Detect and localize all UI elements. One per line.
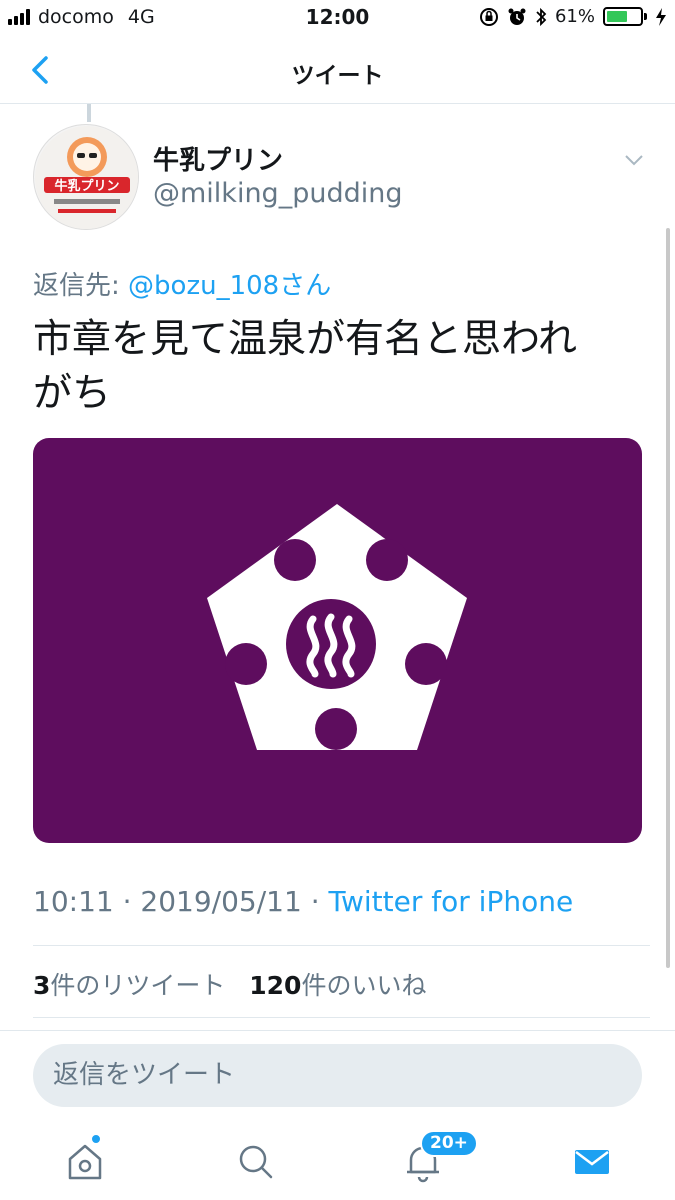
orientation-lock-icon	[479, 7, 498, 26]
reply-to-line: 返信先: @bozu_108さん	[33, 265, 331, 302]
tweet-time: 10:11	[33, 885, 114, 918]
nav-title: ツイート	[291, 63, 384, 89]
tweet-timestamp: 10:11 · 2019/05/11 · Twitter for iPhone	[33, 885, 573, 918]
charging-bolt-icon	[656, 7, 666, 26]
like-label: 件のいいね	[301, 971, 427, 1000]
tweet-text: 市章を見て温泉が有名と思われ がち	[33, 313, 643, 421]
reply-to-prefix: 返信先:	[33, 271, 129, 301]
like-stat[interactable]: 120件のいいね	[249, 971, 426, 1000]
like-count: 120	[249, 971, 302, 1000]
display-name[interactable]: 牛乳プリン	[153, 140, 283, 177]
thread-connector	[87, 104, 91, 122]
notifications-badge: 20+	[420, 1130, 478, 1157]
retweet-count: 3	[33, 971, 51, 1000]
tweet-text-line-1: 市章を見て温泉が有名と思われ	[33, 317, 578, 362]
tab-bar	[0, 1120, 675, 1200]
avatar-image: 牛乳プリン	[35, 126, 138, 229]
retweet-stat[interactable]: 3件のリツイート	[33, 971, 225, 1000]
divider	[33, 945, 650, 946]
tweet-stats: 3件のリツイート 120件のいいね	[33, 966, 426, 1002]
avatar[interactable]: 牛乳プリン	[33, 124, 139, 230]
tweet-date: 2019/05/11	[140, 885, 302, 918]
divider	[33, 1017, 650, 1018]
scroll-indicator	[666, 228, 670, 968]
nav-bar: ツイート	[0, 36, 675, 104]
chevron-down-icon[interactable]	[622, 150, 646, 170]
tweet-media-image[interactable]	[33, 438, 642, 843]
composer-divider	[0, 1030, 675, 1031]
battery-percent: 61%	[554, 6, 595, 27]
status-right: 61%	[479, 6, 667, 27]
user-handle[interactable]: @milking_pudding	[153, 178, 402, 209]
reply-input[interactable]: 返信をツイート	[33, 1044, 642, 1107]
home-notification-dot	[90, 1133, 102, 1145]
bluetooth-icon	[536, 7, 547, 26]
alarm-icon	[508, 8, 526, 25]
status-bar: docomo 4G 12:00 61%	[0, 0, 675, 36]
reply-mention-link[interactable]: @bozu_108さん	[128, 271, 331, 301]
tweet-text-line-2: がち	[33, 371, 112, 416]
meta-separator: ·	[122, 885, 132, 918]
meta-separator: ·	[310, 885, 320, 918]
client-link[interactable]: Twitter for iPhone	[329, 885, 574, 918]
home-icon[interactable]	[60, 1136, 110, 1186]
battery-icon	[603, 7, 647, 26]
mail-icon[interactable]	[567, 1136, 617, 1186]
retweet-label: 件のリツイート	[50, 971, 226, 1000]
avatar-logo-text: 牛乳プリン	[54, 178, 119, 194]
search-icon[interactable]	[230, 1136, 280, 1186]
city-emblem-icon	[207, 504, 467, 750]
